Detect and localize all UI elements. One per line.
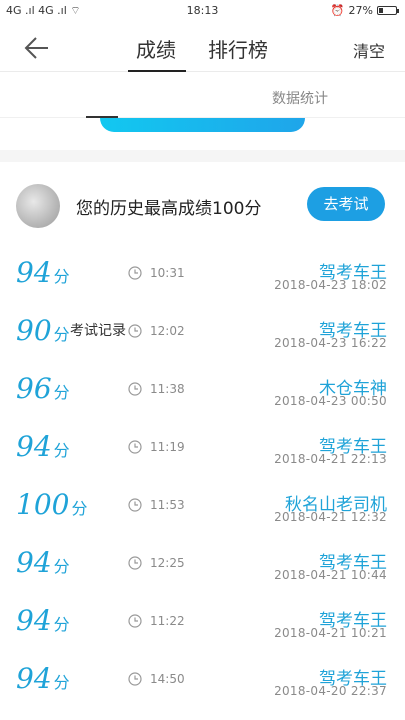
score-unit: 分 — [53, 557, 70, 576]
record-duration: 10:31 — [150, 266, 185, 280]
score-value: 94 — [16, 256, 52, 289]
record-score: 94 分 — [16, 604, 70, 637]
clear-button[interactable]: 清空 — [353, 38, 385, 62]
record-score: 94 分 — [16, 662, 70, 695]
alarm-icon: ⏰ — [330, 4, 345, 17]
score-unit: 分 — [53, 383, 70, 402]
best-score-text: 您的历史最高成绩100分 — [76, 199, 262, 219]
record-score: 90 分 — [16, 314, 70, 347]
score-unit: 分 — [53, 441, 70, 460]
sub-tabs: 考试记录 数据统计 — [0, 74, 405, 339]
clock-icon — [128, 498, 142, 512]
list-item[interactable]: 90 分 12:02 驾考车王 2018-04-23 16:22 — [0, 304, 405, 362]
record-score: 94 分 — [16, 430, 70, 463]
list-item[interactable]: 94 分 14:50 驾考车王 2018-04-20 22:37 — [0, 652, 405, 710]
records-list: 94 分 10:31 驾考车王 2018-04-23 18:02 90 分 12:02 驾考车王… — [0, 246, 405, 710]
record-duration: 14:50 — [150, 672, 185, 686]
list-item[interactable]: 100 分 11:53 秋名山老司机 2018-04-21 12:32 — [0, 478, 405, 536]
list-item[interactable]: 94 分 10:31 驾考车王 2018-04-23 18:02 — [0, 246, 405, 304]
score-value: 94 — [16, 604, 52, 637]
record-score: 94 分 — [16, 256, 70, 289]
status-bar: 4G .ıl 4G .ıl ⌔ 18:13 ⏰ 27% — [0, 0, 405, 22]
record-datetime: 2018-04-23 18:02 — [274, 278, 387, 292]
battery-label: 27% — [348, 4, 373, 17]
record-score: 100 分 — [16, 488, 87, 521]
record-duration: 12:25 — [150, 556, 185, 570]
clock-icon — [128, 440, 142, 454]
header-banner — [100, 118, 305, 132]
record-datetime: 2018-04-21 12:32 — [274, 510, 387, 524]
score-unit: 分 — [53, 615, 70, 634]
record-duration: 11:19 — [150, 440, 185, 454]
score-unit: 分 — [53, 673, 70, 692]
status-right: ⏰ 27% — [330, 4, 399, 17]
score-value: 94 — [16, 662, 52, 695]
score-unit: 分 — [71, 499, 88, 518]
list-item[interactable]: 94 分 11:22 驾考车王 2018-04-21 10:21 — [0, 594, 405, 652]
record-datetime: 2018-04-21 22:13 — [274, 452, 387, 466]
clock-icon — [128, 324, 142, 338]
section-divider — [0, 150, 405, 162]
record-datetime: 2018-04-20 22:37 — [274, 684, 387, 698]
nav-bar: 成绩 排行榜 清空 — [0, 24, 405, 72]
score-value: 94 — [16, 546, 52, 579]
clock-icon — [128, 556, 142, 570]
record-duration: 11:22 — [150, 614, 185, 628]
tab-leaderboard[interactable]: 排行榜 — [208, 34, 268, 63]
score-value: 90 — [16, 314, 52, 347]
back-arrow-icon[interactable] — [22, 34, 50, 62]
clock-icon — [128, 672, 142, 686]
battery-fill — [379, 8, 384, 13]
score-value: 100 — [16, 488, 70, 521]
record-datetime: 2018-04-21 10:21 — [274, 626, 387, 640]
record-score: 96 分 — [16, 372, 70, 405]
list-item[interactable]: 94 分 11:19 驾考车王 2018-04-21 22:13 — [0, 420, 405, 478]
record-datetime: 2018-04-23 00:50 — [274, 394, 387, 408]
best-score-card: 您的历史最高成绩100分 去考试 — [0, 162, 405, 246]
avatar[interactable] — [16, 184, 60, 228]
record-datetime: 2018-04-23 16:22 — [274, 336, 387, 350]
list-item[interactable]: 94 分 12:25 驾考车王 2018-04-21 10:44 — [0, 536, 405, 594]
record-duration: 11:53 — [150, 498, 185, 512]
record-duration: 12:02 — [150, 324, 185, 338]
score-unit: 分 — [53, 267, 70, 286]
list-item[interactable]: 96 分 11:38 木仓车神 2018-04-23 00:50 — [0, 362, 405, 420]
score-value: 94 — [16, 430, 52, 463]
active-tab-indicator — [128, 70, 186, 72]
score-value: 96 — [16, 372, 52, 405]
record-duration: 11:38 — [150, 382, 185, 396]
take-exam-button[interactable]: 去考试 — [307, 187, 385, 221]
clock-icon — [128, 382, 142, 396]
record-score: 94 分 — [16, 546, 70, 579]
clock-icon — [128, 614, 142, 628]
battery-icon — [377, 6, 399, 15]
score-unit: 分 — [53, 325, 70, 344]
clock-icon — [128, 266, 142, 280]
tab-data-statistics[interactable]: 数据统计 — [272, 88, 328, 108]
record-datetime: 2018-04-21 10:44 — [274, 568, 387, 582]
tab-score[interactable]: 成绩 — [136, 34, 176, 63]
